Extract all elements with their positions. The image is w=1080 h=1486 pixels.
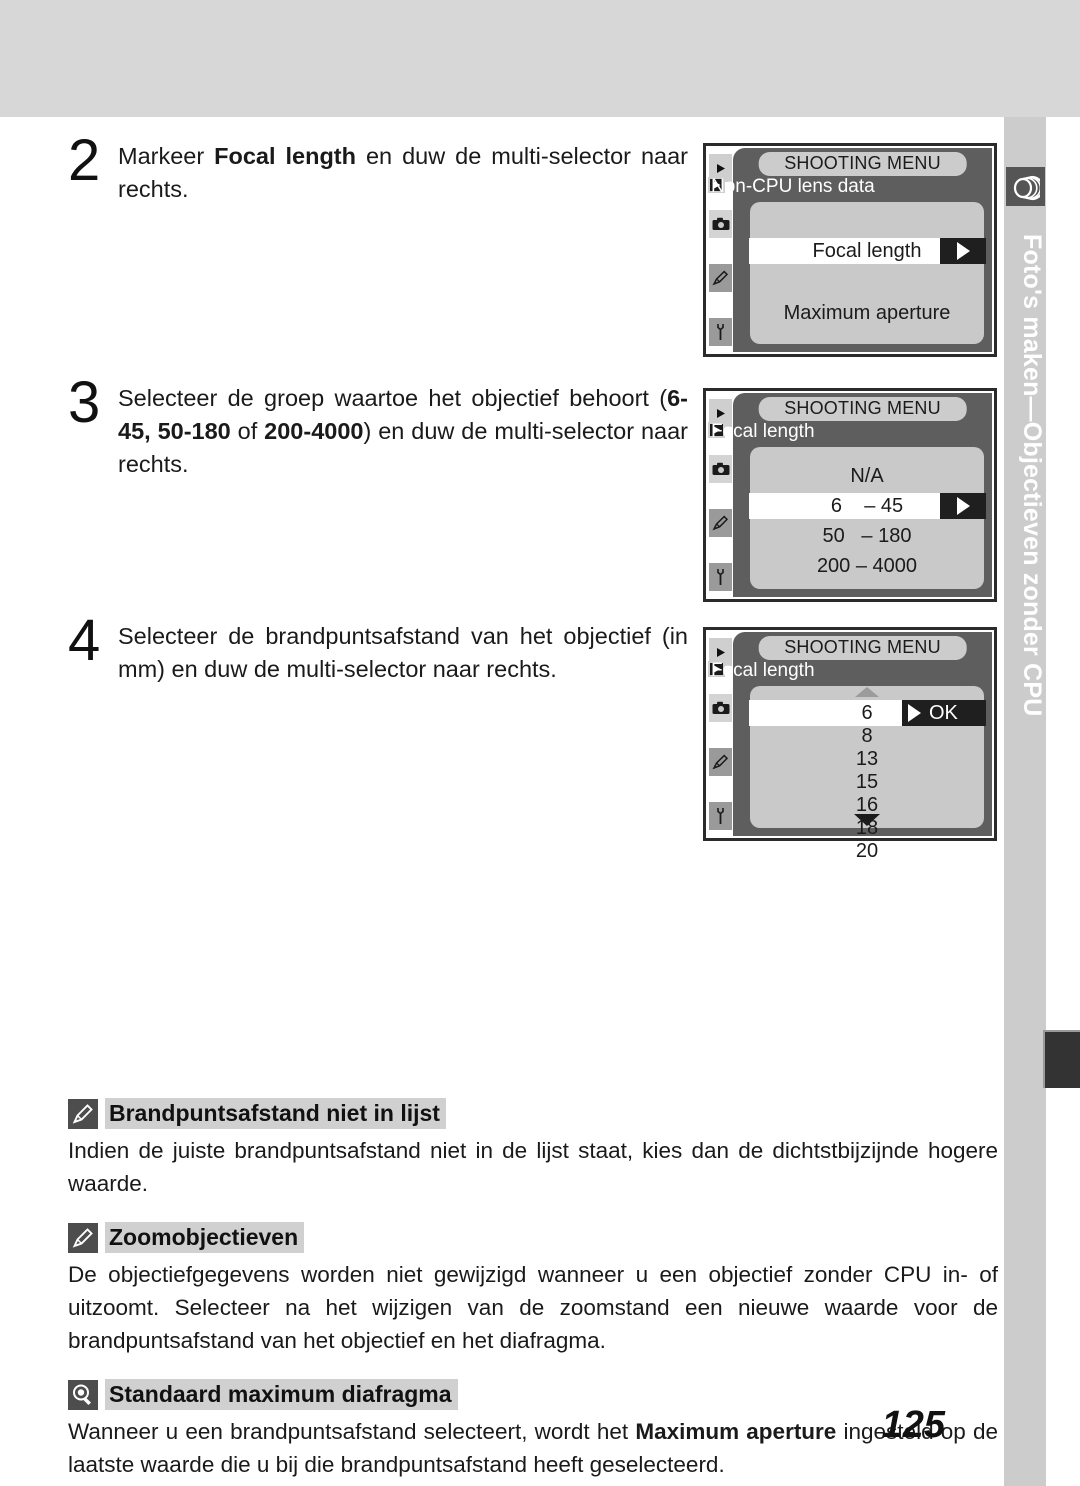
lcd-menu-row-label: Maximum aperture: [783, 301, 951, 324]
lcd-body: SHOOTING MENU Focal length 6 OK 8 13 15 16 18 20: [708, 632, 992, 862]
lcd-body: SHOOTING MENU Focal length N/A 6 – 45 50 – 1…: [708, 393, 992, 597]
step-3-text: Selecteer de groep waartoe het objectief…: [118, 382, 688, 481]
lcd-menu-row[interactable]: 20: [750, 838, 984, 864]
note-body-text: Indien de juiste brandpuntsafstand niet …: [68, 1134, 998, 1200]
lcd-right-arrow-button[interactable]: [940, 238, 986, 264]
lcd-body: SHOOTING MENU Non-CPU lens data Focal leng…: [708, 148, 992, 352]
camera-lcd-screenshot-2: SHOOTING MENU Focal length N/A 6 – 45 50 – 1…: [703, 388, 997, 602]
note-title: Brandpuntsafstand niet in lijst: [105, 1098, 446, 1129]
pencil-note-icon: [68, 1098, 98, 1129]
body-text: of: [230, 418, 265, 444]
play-triangle-icon: [908, 704, 921, 722]
lcd-menu-row-label: Focal length: [812, 239, 922, 262]
lcd-menu-row-label: 13: [855, 747, 879, 770]
step-4-number: 4: [68, 608, 101, 673]
page-header-band: [0, 0, 1080, 117]
lcd-menu-row[interactable]: 200 – 4000: [750, 553, 984, 579]
lcd-menu-row[interactable]: Maximum aperture: [750, 300, 984, 326]
lcd-menu-row[interactable]: N/A: [750, 463, 984, 489]
lcd-menu-panel: N/A 6 – 45 50 – 180 200 – 4000: [749, 447, 986, 589]
scroll-up-icon[interactable]: [855, 687, 879, 697]
lcd-menu-row-label: 8: [861, 724, 873, 747]
pencil-icon[interactable]: [709, 264, 732, 292]
body-text: Selecteer de brandpuntsafstand van het o…: [118, 623, 688, 682]
lcd-subtitle: Focal length: [711, 660, 815, 681]
lcd-menu-row-label: 200 – 4000: [816, 554, 918, 577]
emphasis-text: Focal length: [214, 143, 356, 169]
step-2: 2 Markeer Focal length en duw de multi-s…: [68, 132, 688, 206]
lcd-title: SHOOTING MENU: [758, 397, 967, 421]
lcd-menu-row-label: 50 – 180: [822, 524, 912, 547]
note-body-text: De objectiefgegevens worden niet gewijzi…: [68, 1258, 998, 1357]
lcd-title: SHOOTING MENU: [758, 636, 967, 660]
note-title: Zoomobjectieven: [105, 1222, 305, 1253]
camera-icon[interactable]: [709, 694, 732, 722]
lcd-menu-row-label: N/A: [850, 464, 884, 487]
note-header: Zoomobjectieven: [68, 1222, 998, 1253]
lcd-menu-row[interactable]: 50 – 180: [750, 523, 984, 549]
emphasis-text: 200-4000: [264, 418, 364, 444]
wrench-icon[interactable]: [709, 563, 732, 591]
lcd-menu-row-label: 15: [855, 770, 879, 793]
lcd-menu-row-selected[interactable]: Focal length: [749, 238, 986, 264]
camera-icon[interactable]: [709, 455, 732, 483]
lcd-menu-row-selected[interactable]: 6 – 45: [749, 493, 986, 519]
step-2-number: 2: [68, 128, 101, 193]
camera-lcd-screenshot-3: SHOOTING MENU Focal length 6 OK 8 13 15 16 18 20: [703, 627, 997, 862]
step-4-text: Selecteer de brandpuntsafstand van het o…: [118, 620, 688, 686]
chapter-sidebar-label: Foto's maken—Objectieven zonder CPU: [1018, 233, 1046, 717]
camera-lcd-screenshot-1: SHOOTING MENU Non-CPU lens data Focal leng…: [703, 143, 997, 357]
lcd-ok-label: OK: [929, 701, 958, 724]
body-text: Selecteer de groep waartoe het objectief…: [118, 385, 668, 411]
lens-icon: [1006, 167, 1045, 206]
lcd-inner: SHOOTING MENU Focal length 6 OK 8 13 15 16 18 20: [706, 630, 994, 862]
wrench-icon[interactable]: [709, 802, 732, 830]
pencil-icon[interactable]: [709, 509, 732, 537]
play-triangle-icon: [956, 497, 970, 515]
body-text: Indien de juiste brandpuntsafstand niet …: [68, 1138, 998, 1196]
lcd-inner: SHOOTING MENU Non-CPU lens data Focal leng…: [706, 146, 994, 354]
pencil-note-icon: [68, 1222, 98, 1253]
lcd-menu-row-label: 6: [861, 701, 873, 724]
lcd-subtitle: Non-CPU lens data: [711, 176, 875, 197]
page-number: 125: [881, 1404, 945, 1446]
step-2-text: Markeer Focal length en duw de multi-sel…: [118, 140, 688, 206]
lcd-right-arrow-button[interactable]: [940, 493, 986, 519]
scroll-down-icon[interactable]: [854, 814, 880, 826]
note-header: Brandpuntsafstand niet in lijst: [68, 1098, 998, 1129]
lcd-menu-panel: Focal length Maximum aperture: [749, 202, 986, 344]
play-triangle-icon: [956, 242, 970, 260]
page-edge-tab-marker: [1043, 1030, 1080, 1088]
camera-icon[interactable]: [709, 210, 732, 238]
pencil-icon[interactable]: [709, 748, 732, 776]
lcd-title: SHOOTING MENU: [758, 152, 967, 176]
step-4: 4 Selecteer de brandpuntsafstand van het…: [68, 612, 688, 686]
lcd-menu-row-label: 20: [855, 839, 879, 862]
wrench-icon[interactable]: [709, 318, 732, 346]
body-text: De objectiefgegevens worden niet gewijzi…: [68, 1262, 998, 1353]
lcd-menu-panel: 6 OK 8 13 15 16 18 20: [749, 686, 986, 862]
step-3-number: 3: [68, 370, 101, 435]
body-text: Markeer: [118, 143, 215, 169]
lcd-subtitle: Focal length: [711, 421, 815, 442]
lcd-menu-row-label: 6 – 45: [830, 494, 904, 517]
step-3: 3 Selecteer de groep waartoe het objecti…: [68, 374, 688, 481]
lcd-inner: SHOOTING MENU Focal length N/A 6 – 45 50 – 1…: [706, 391, 994, 599]
